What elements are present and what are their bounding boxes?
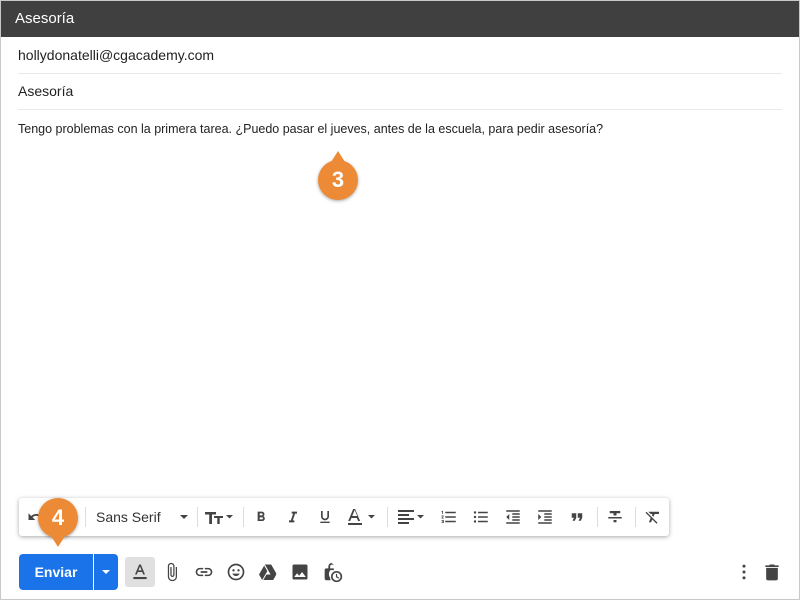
underline-icon[interactable] (311, 503, 339, 531)
caret-down-icon (179, 515, 188, 519)
link-icon[interactable] (189, 557, 219, 587)
send-options-button[interactable] (94, 554, 118, 590)
font-family-value: Sans Serif (96, 509, 161, 525)
italic-icon[interactable] (279, 503, 307, 531)
font-size-icon[interactable] (201, 503, 237, 531)
callout-step-4: 4 (38, 498, 78, 547)
strikethrough-icon[interactable] (601, 503, 629, 531)
trash-icon[interactable] (757, 557, 787, 587)
message-body[interactable]: Tengo problemas con la primera tarea. ¿P… (18, 119, 778, 139)
compose-title: Asesoría (15, 10, 75, 27)
text-color-icon[interactable] (343, 503, 381, 531)
emoji-icon[interactable] (221, 557, 251, 587)
to-field[interactable]: hollydonatelli@cgacademy.com (18, 38, 782, 74)
formatting-options-icon[interactable] (125, 557, 155, 587)
more-options-icon[interactable] (729, 557, 759, 587)
subject-field[interactable]: Asesoría (18, 74, 782, 110)
bulleted-list-icon[interactable] (467, 503, 495, 531)
toolbar-divider (243, 507, 244, 527)
font-family-select[interactable]: Sans Serif (91, 503, 196, 531)
photo-icon[interactable] (285, 557, 315, 587)
indent-less-icon[interactable] (499, 503, 527, 531)
align-icon[interactable] (393, 503, 429, 531)
caret-down-icon (102, 570, 110, 574)
toolbar-divider (387, 507, 388, 527)
remove-formatting-icon[interactable] (639, 503, 667, 531)
compose-title-bar[interactable]: Asesoría (1, 1, 799, 37)
toolbar-divider (197, 507, 198, 527)
drive-icon[interactable] (253, 557, 283, 587)
confidential-icon[interactable] (317, 557, 347, 587)
quote-icon[interactable] (563, 503, 591, 531)
callout-step-3: 3 (318, 151, 358, 200)
attach-icon[interactable] (157, 557, 187, 587)
formatting-toolbar: Sans Serif (19, 498, 669, 536)
indent-more-icon[interactable] (531, 503, 559, 531)
toolbar-divider (85, 507, 86, 527)
toolbar-divider (635, 507, 636, 527)
toolbar-divider (597, 507, 598, 527)
numbered-list-icon[interactable] (435, 503, 463, 531)
send-button[interactable]: Enviar (19, 554, 93, 590)
bold-icon[interactable] (247, 503, 275, 531)
compose-window: Asesoría hollydonatelli@cgacademy.com As… (0, 0, 800, 600)
